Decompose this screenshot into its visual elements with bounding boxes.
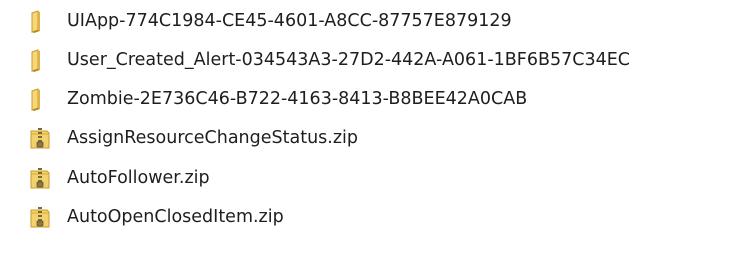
folder-icon [28,47,54,73]
file-item-assignresourcechangestatus-zip[interactable]: AssignResourceChangeStatus.zip [28,120,358,156]
zip-folder-icon [28,204,54,230]
file-item-uiapp-folder[interactable]: UIApp-774C1984-CE45-4601-A8CC-87757E8791… [28,3,512,39]
zip-folder-icon [28,125,54,151]
zip-folder-icon [28,165,54,191]
file-name: User_Created_Alert-034543A3-27D2-442A-A0… [67,50,631,70]
folder-icon [28,86,54,112]
file-item-autofollower-zip[interactable]: AutoFollower.zip [28,160,210,196]
file-name: AssignResourceChangeStatus.zip [67,128,359,148]
file-item-user-created-alert-folder[interactable]: User_Created_Alert-034543A3-27D2-442A-A0… [28,42,630,78]
file-item-zombie-folder[interactable]: Zombie-2E736C46-B722-4163-8413-B8BEE42A0… [28,81,527,117]
file-name: AutoOpenClosedItem.zip [67,207,284,227]
folder-icon [28,8,54,34]
file-list: UIApp-774C1984-CE45-4601-A8CC-87757E8791… [0,0,743,257]
file-item-autoopencloseditem-zip[interactable]: AutoOpenClosedItem.zip [28,199,284,235]
file-name: Zombie-2E736C46-B722-4163-8413-B8BEE42A0… [67,89,528,109]
file-name: UIApp-774C1984-CE45-4601-A8CC-87757E8791… [67,11,512,31]
file-name: AutoFollower.zip [67,168,210,188]
